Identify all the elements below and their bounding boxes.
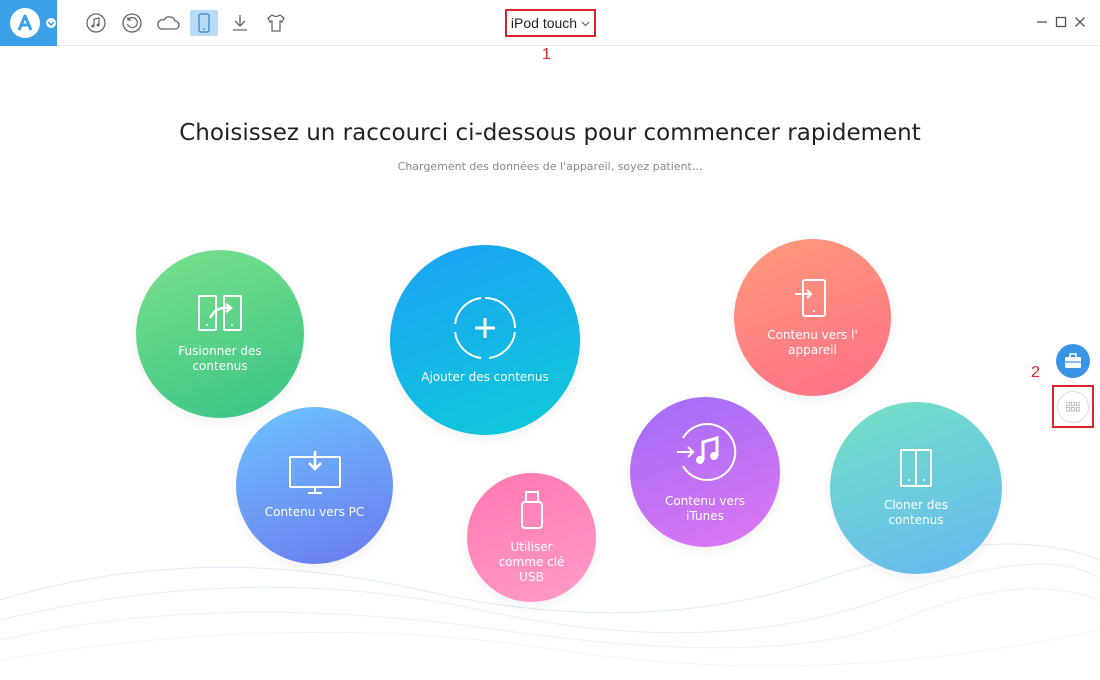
loading-status: Chargement des données de l'appareil, so…: [397, 160, 703, 173]
page-title: Choisissez un raccourci ci-dessous pour …: [179, 120, 921, 146]
device-icon[interactable]: [190, 10, 218, 36]
merge-contents-button[interactable]: Fusionner des contenus: [136, 250, 304, 418]
add-contents-label: Ajouter des contenus: [421, 369, 549, 384]
close-button[interactable]: [1072, 14, 1088, 30]
history-icon[interactable]: [118, 10, 146, 36]
more-apps-highlight: [1052, 385, 1094, 428]
content-to-device-button[interactable]: Contenu vers l' appareil: [734, 239, 891, 396]
maximize-button[interactable]: [1053, 14, 1069, 30]
device-label: iPod touch: [510, 15, 578, 31]
annotation-1: 1: [542, 46, 551, 63]
monitor-download-icon: [288, 451, 341, 494]
add-icon: [454, 296, 516, 359]
top-bar: iPod touch: [0, 0, 1100, 46]
clone-icon: [900, 449, 932, 487]
content-to-itunes-label: Contenu vers iTunes: [664, 494, 746, 523]
add-contents-button[interactable]: Ajouter des contenus: [390, 245, 580, 435]
music-icon[interactable]: [82, 10, 110, 36]
annotation-2: 2: [1031, 364, 1040, 381]
download-icon[interactable]: [226, 10, 254, 36]
device-import-icon: [794, 278, 826, 317]
usb-icon: [520, 491, 543, 529]
clone-contents-label: Cloner des contenus: [883, 498, 949, 527]
more-apps-button[interactable]: [1057, 390, 1089, 423]
cloud-icon[interactable]: [154, 10, 182, 36]
clone-contents-button[interactable]: Cloner des contenus: [830, 402, 1002, 574]
toolbox-button[interactable]: [1056, 344, 1090, 378]
content-to-pc-label: Contenu vers PC: [264, 505, 365, 519]
grid-icon: [1066, 401, 1080, 411]
app-logo-icon: [10, 8, 40, 38]
use-as-usb-label: Utiliser comme clé USB: [498, 540, 565, 584]
content-to-device-label: Contenu vers l' appareil: [767, 327, 858, 357]
minimize-button[interactable]: [1034, 14, 1050, 30]
merge-icon: [198, 295, 242, 331]
tshirt-icon[interactable]: [262, 10, 290, 36]
content-to-pc-button[interactable]: Contenu vers PC: [236, 407, 393, 564]
app-menu-button[interactable]: [0, 0, 57, 46]
itunes-icon: [677, 423, 737, 481]
use-as-usb-button[interactable]: Utiliser comme clé USB: [467, 473, 596, 602]
chevron-down-icon: [46, 18, 56, 28]
content-to-itunes-button[interactable]: Contenu vers iTunes: [630, 397, 780, 547]
toolbox-icon: [1065, 353, 1081, 368]
merge-contents-label: Fusionner des contenus: [178, 344, 262, 373]
device-selector[interactable]: iPod touch: [505, 9, 596, 37]
chevron-down-icon: [581, 15, 590, 31]
